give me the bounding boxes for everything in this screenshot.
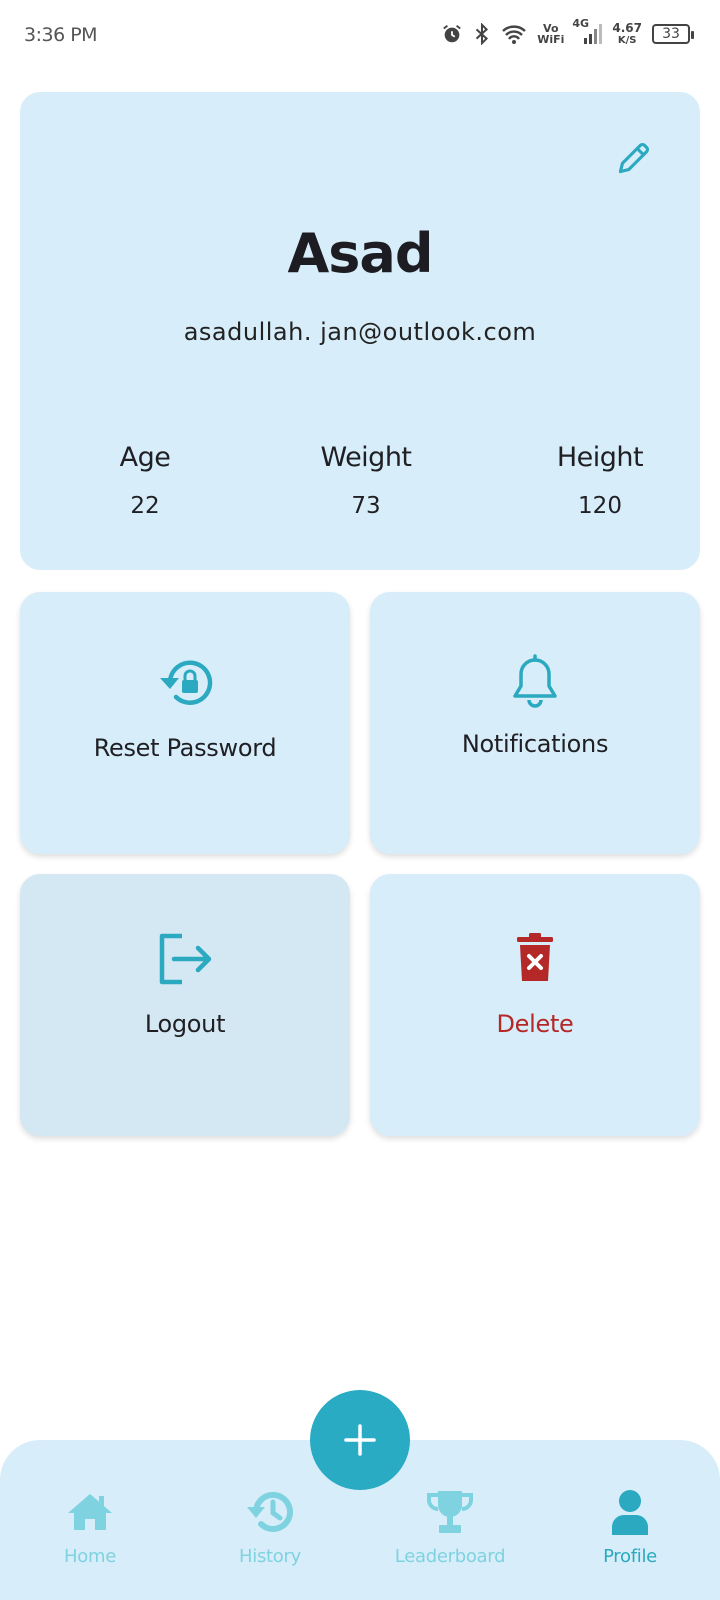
add-button[interactable] [310,1390,410,1490]
person-icon [550,1486,710,1538]
notifications-button[interactable]: Notifications [370,592,700,854]
stat-value: 22 [130,493,160,519]
nav-item-history[interactable]: History [190,1486,350,1567]
speed-unit: K/S [617,34,637,46]
signal-icon: 4G [572,18,603,46]
history-icon [190,1486,350,1538]
lock-reset-icon [20,656,350,710]
stat-label: Height [556,442,644,473]
stat-label: Weight [320,442,412,473]
status-time: 3:36 PM [24,24,98,46]
nav-label-profile: Profile [603,1546,657,1567]
battery-level: 33 [662,26,680,42]
delete-label: Delete [496,1010,574,1038]
network-wifi: WiFi [537,33,565,46]
battery-icon: 33 [652,24,694,44]
plus-icon [344,1424,376,1456]
home-icon [10,1486,170,1538]
nav-item-profile[interactable]: Profile [550,1486,710,1567]
bell-icon [370,654,700,710]
nav-label-leaderboard: Leaderboard [394,1546,506,1567]
trash-icon [370,932,700,984]
pencil-icon [618,142,650,174]
profile-card: Asad asadullah. jan@outlook.com Age 22 W… [20,92,700,570]
speed-value: 4.67 [612,20,642,35]
reset-password-button[interactable]: Reset Password [20,592,350,854]
wifi-icon [501,23,527,45]
network-speed: 4.67 K/S [612,20,642,46]
nav-item-home[interactable]: Home [10,1486,170,1567]
stat-age: Age 22 [45,442,245,519]
stat-weight: Weight 73 [266,442,466,519]
volte-wifi-label: Vo WiFi [537,23,564,45]
nav-label-home: Home [64,1546,116,1567]
network-type: 4G [572,17,590,30]
alarm-icon [441,23,463,45]
edit-profile-button[interactable] [610,136,656,182]
status-icons: Vo WiFi 4G 4.67 K/S 33 [441,18,694,46]
nav-item-leaderboard[interactable]: Leaderboard [370,1486,530,1567]
stat-value: 120 [578,493,622,519]
delete-account-button[interactable]: Delete [370,874,700,1136]
user-email: asadullah. jan@outlook.com [183,318,537,346]
logout-icon [20,932,350,986]
status-bar: 3:36 PM Vo WiFi 4G 4.67 K/S 33 [0,0,720,72]
notifications-label: Notifications [461,730,609,758]
stat-label: Age [119,442,171,473]
stat-value: 73 [351,493,381,519]
nav-label-history: History [239,1546,301,1567]
reset-password-label: Reset Password [93,734,277,762]
user-name: Asad [287,222,433,285]
logout-button[interactable]: Logout [20,874,350,1136]
trophy-icon [370,1486,530,1538]
stat-height: Height 120 [500,442,700,519]
logout-label: Logout [144,1010,226,1038]
bluetooth-icon [473,23,491,45]
